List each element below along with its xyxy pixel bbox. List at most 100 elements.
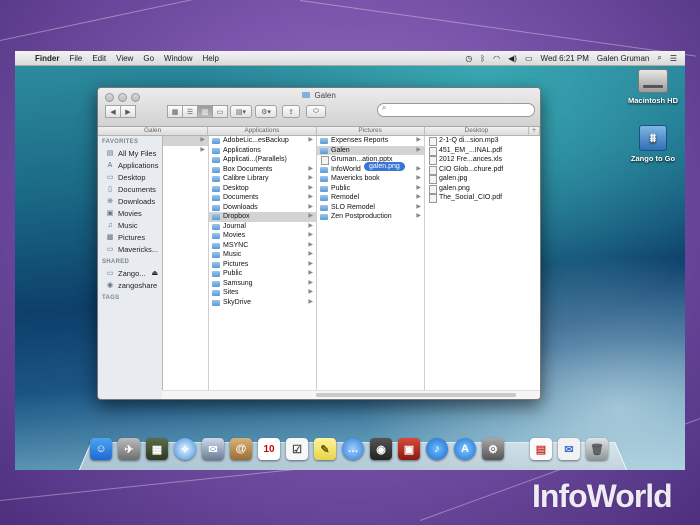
document-stack-dock-icon[interactable]: ▤ <box>530 438 552 460</box>
list-item[interactable]: CIO Glob...chure.pdf <box>425 165 539 175</box>
sidebar-item-documents[interactable]: ▯ Documents <box>98 183 162 195</box>
menu-edit[interactable]: Edit <box>92 54 106 63</box>
calendar-dock-icon[interactable]: 10 <box>258 438 280 460</box>
list-item[interactable]: Documents ▶ <box>209 193 316 203</box>
sidebar-item-zangoshare[interactable]: ◉ zangoshare <box>98 279 162 291</box>
battery-icon[interactable]: ▭ <box>525 54 533 63</box>
wifi-icon[interactable]: ◠ <box>493 54 500 63</box>
downloads-stack-dock-icon[interactable]: ✉ <box>558 438 580 460</box>
list-item[interactable]: Applications <box>209 146 316 156</box>
list-item[interactable]: SkyDrive ▶ <box>209 298 316 308</box>
list-item[interactable]: Calibre Library ▶ <box>209 174 316 184</box>
photo-booth-dock-icon[interactable]: ▣ <box>398 438 420 460</box>
itunes-dock-icon[interactable]: ♪ <box>426 438 448 460</box>
icon-view-button[interactable]: ▦ <box>167 105 183 118</box>
cover-flow-button[interactable]: ▭ <box>212 105 228 118</box>
mail-dock-icon[interactable]: ✉ <box>202 438 224 460</box>
sidebar-item-music[interactable]: ♫ Music <box>98 219 162 231</box>
contacts-dock-icon[interactable]: @ <box>230 438 252 460</box>
list-item[interactable]: Public ▶ <box>317 184 424 194</box>
chevron-right-icon: ▶ <box>308 184 313 191</box>
list-item[interactable]: galen.jpg <box>425 174 539 184</box>
list-item[interactable]: Public ▶ <box>209 269 316 279</box>
list-item[interactable]: Movies ▶ <box>209 231 316 241</box>
list-view-button[interactable]: ☰ <box>182 105 198 118</box>
launchpad-dock-icon[interactable]: ✈ <box>118 438 140 460</box>
menu-finder[interactable]: Finder <box>35 54 59 63</box>
bluetooth-icon[interactable]: ᛒ <box>480 54 485 63</box>
spotlight-icon[interactable]: ⌕ <box>657 53 661 63</box>
dragged-file-label[interactable]: galen.png <box>364 162 405 171</box>
back-button[interactable]: ◀ <box>105 105 121 118</box>
sidebar-item-zango[interactable]: ▭ Zango... ⏏ <box>98 267 162 279</box>
list-item[interactable]: MSYNC ▶ <box>209 241 316 251</box>
list-item[interactable]: Sites ▶ <box>209 288 316 298</box>
mission-control-dock-icon[interactable]: ▦ <box>146 438 168 460</box>
desktop-icon-macintosh-hd[interactable]: Macintosh HD <box>623 69 683 105</box>
list-item[interactable]: Music ▶ <box>209 250 316 260</box>
list-item[interactable]: ▶ <box>163 146 208 156</box>
list-item[interactable]: 451_EM_...INAL.pdf <box>425 146 539 156</box>
trash-icon[interactable]: 🗑 <box>586 438 608 460</box>
action-gear-icon[interactable]: ⚙▾ <box>255 105 277 118</box>
list-item[interactable]: Galen ▶ <box>317 145 424 155</box>
menu-help[interactable]: Help <box>202 54 218 63</box>
sidebar-item-all-my-files[interactable]: ▤ All My Files <box>98 147 162 159</box>
all-files-icon: ▤ <box>106 150 114 157</box>
menu-go[interactable]: Go <box>143 54 154 63</box>
list-item[interactable]: Expenses Reports ▶ <box>317 136 424 146</box>
time-machine-icon[interactable]: ◷ <box>465 54 472 63</box>
tags-button[interactable]: ⬭ <box>306 105 326 118</box>
list-item[interactable]: 2012 Fre...ances.xls <box>425 155 539 165</box>
notes-dock-icon[interactable]: ✎ <box>314 438 336 460</box>
eject-icon[interactable]: ⏏ <box>152 269 159 277</box>
list-item[interactable]: Samsung ▶ <box>209 279 316 289</box>
app-store-dock-icon[interactable]: A <box>454 438 476 460</box>
sidebar-item-desktop[interactable]: ▭ Desktop <box>98 171 162 183</box>
desktop-icon-zango[interactable]: ⩩ Zango to Go <box>623 125 683 163</box>
horizontal-scrollbar[interactable] <box>162 390 540 399</box>
menu-view[interactable]: View <box>116 54 133 63</box>
list-item[interactable]: Pictures ▶ <box>209 260 316 270</box>
column-view-button[interactable]: ▥ <box>197 105 213 118</box>
share-button[interactable]: ⇪ <box>282 105 300 118</box>
reminders-dock-icon[interactable]: ☑ <box>286 438 308 460</box>
sidebar-item-movies[interactable]: ▣ Movies <box>98 207 162 219</box>
list-item[interactable]: Downloads ▶ <box>209 203 316 213</box>
add-column-icon[interactable]: + <box>529 127 540 135</box>
facetime-dock-icon[interactable]: ◉ <box>370 438 392 460</box>
forward-button[interactable]: ▶ <box>120 105 136 118</box>
list-item[interactable]: 2-1-Q di...sion.mp3 <box>425 136 539 146</box>
menu-user[interactable]: Galen Gruman <box>597 54 649 63</box>
menu-window[interactable]: Window <box>164 54 192 63</box>
sidebar-item-downloads[interactable]: ⊕ Downloads <box>98 195 162 207</box>
volume-icon[interactable]: ◀) <box>508 54 517 63</box>
messages-dock-icon[interactable]: … <box>342 438 364 460</box>
list-item[interactable]: The_Social_CIO.pdf <box>425 193 539 203</box>
list-item[interactable]: ▶ <box>163 136 208 146</box>
list-item[interactable]: Remodel ▶ <box>317 193 424 203</box>
arrange-button[interactable]: ▤▾ <box>230 105 252 118</box>
menu-file[interactable]: File <box>69 54 82 63</box>
list-item[interactable]: Applicati...(Parallels) <box>209 155 316 165</box>
safari-dock-icon[interactable]: ✧ <box>174 438 196 460</box>
sidebar-item-pictures[interactable]: ▩ Pictures <box>98 231 162 243</box>
sidebar-item-label: zangoshare <box>118 280 158 290</box>
list-item[interactable]: Desktop ▶ <box>209 184 316 194</box>
search-input[interactable]: ⌕ <box>377 103 535 117</box>
sidebar-item-mavericks[interactable]: ▭ Mavericks... <box>98 243 162 255</box>
list-item[interactable]: Zen Postproduction ▶ <box>317 212 424 222</box>
sidebar-item-applications[interactable]: A Applications <box>98 159 162 171</box>
list-item[interactable]: Dropbox ▶ <box>209 212 316 222</box>
list-item[interactable]: Box Documents ▶ <box>209 165 316 175</box>
system-preferences-dock-icon[interactable]: ⚙ <box>482 438 504 460</box>
list-item[interactable]: SLO Remodel ▶ <box>317 203 424 213</box>
list-item[interactable]: Journal ▶ <box>209 222 316 232</box>
menu-clock[interactable]: Wed 6:21 PM <box>541 54 589 63</box>
finder-dock-icon[interactable]: ☺ <box>90 438 112 460</box>
list-item[interactable]: galen.png <box>425 184 539 194</box>
list-item[interactable]: AdobeLic...esBackup ▶ <box>209 136 316 146</box>
list-item[interactable]: Mavericks book ▶ <box>317 174 424 184</box>
notification-center-icon[interactable]: ☰ <box>670 54 677 63</box>
scrollbar-thumb[interactable] <box>316 393 516 397</box>
